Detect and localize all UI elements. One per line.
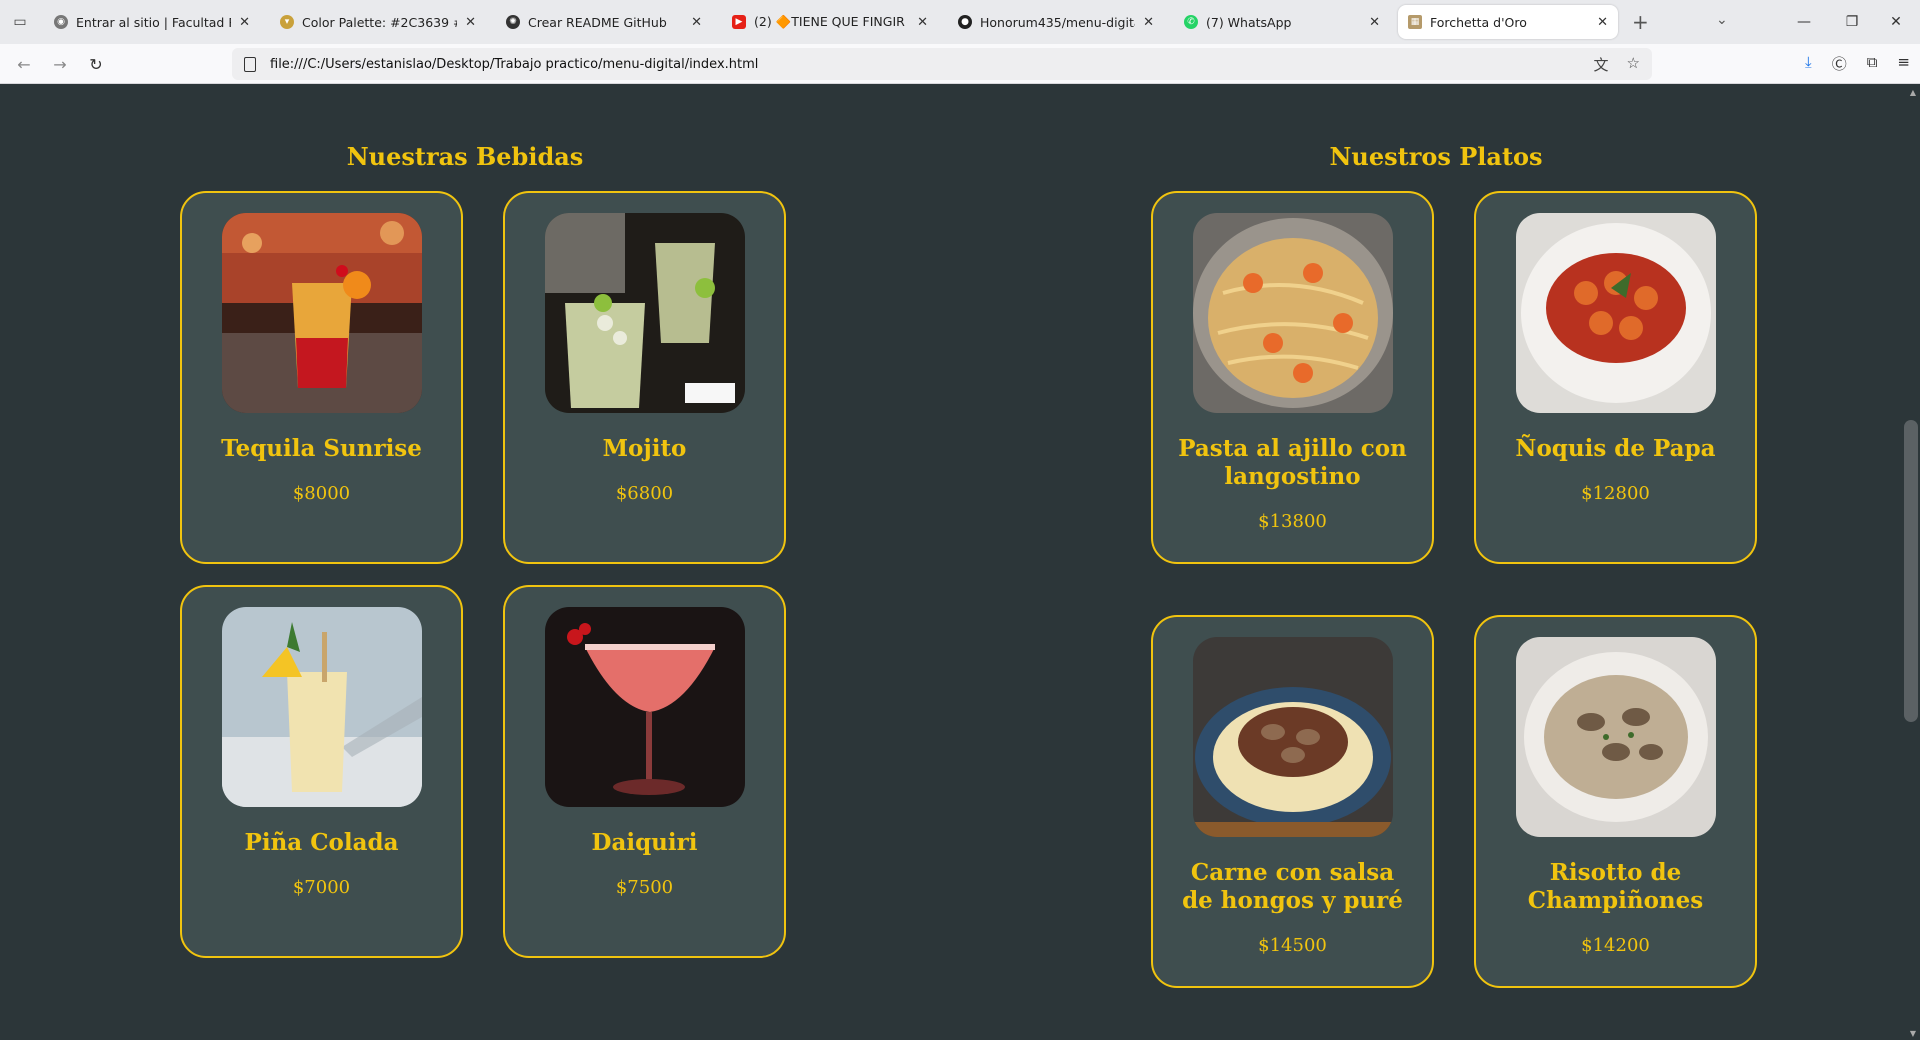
minimize-icon[interactable]: —	[1780, 0, 1828, 44]
scrollbar-thumb[interactable]	[1904, 420, 1918, 722]
new-tab-icon[interactable]: +	[1632, 10, 1649, 34]
drinks-section-title: Nuestras Bebidas	[346, 142, 584, 171]
url-input[interactable]	[270, 56, 1530, 72]
github-favicon-icon: ●	[958, 15, 972, 29]
menu-card-pasta-langostino: Pasta al ajillo con langostino $13800	[1151, 191, 1434, 564]
menu-item-name: Piña Colada	[244, 829, 399, 856]
close-tab-icon[interactable]: ✕	[1597, 15, 1608, 30]
tab-list-icon[interactable]: ▭	[0, 0, 40, 44]
risotto-champinones-photo	[1515, 637, 1716, 837]
tab-readme[interactable]: ✺ Crear README GitHub ✕	[496, 5, 712, 39]
address-bar[interactable]: 文 ☆	[232, 48, 1652, 80]
menu-item-name: Risotto de Champiñones	[1527, 859, 1704, 914]
close-tab-icon[interactable]: ✕	[465, 15, 476, 30]
site-favicon-icon: ◉	[54, 15, 68, 29]
tab-bar: ▭ ◉ Entrar al sitio | Facultad Regional …	[0, 0, 1920, 44]
menu-item-price: $14500	[1258, 935, 1327, 956]
mojito-photo	[544, 213, 745, 413]
noquis-papa-photo	[1515, 213, 1716, 413]
daiquiri-photo	[544, 607, 745, 807]
menu-card-mojito: Mojito $6800	[503, 191, 786, 564]
close-tab-icon[interactable]: ✕	[691, 15, 702, 30]
dishes-section-title: Nuestros Platos	[1329, 142, 1543, 171]
pina-colada-photo	[221, 607, 422, 807]
menu-icon[interactable]: ≡	[1897, 53, 1910, 74]
page-viewport: Nuestras Bebidas Tequila Sunrise $8000 M…	[0, 85, 1902, 1040]
menu-item-name: Carne con salsa de hongos y puré	[1182, 859, 1403, 914]
menu-item-price: $8000	[292, 483, 351, 504]
back-icon[interactable]: ←	[12, 52, 36, 76]
extensions-icon[interactable]: ⧉	[1867, 53, 1878, 74]
forward-icon[interactable]: →	[48, 52, 72, 76]
tab-github[interactable]: ● Honorum435/menu-digital ✕	[948, 5, 1164, 39]
download-icon[interactable]: ⤓	[1805, 53, 1812, 74]
tab-youtube[interactable]: ▶ (2) 🔶TIENE QUE FINGIR SER M ✕	[722, 5, 938, 39]
menu-item-price: $13800	[1258, 511, 1327, 532]
close-tab-icon[interactable]: ✕	[1143, 15, 1154, 30]
page-icon	[244, 56, 256, 72]
account-icon[interactable]: Ⓒ	[1832, 53, 1847, 74]
menu-item-price: $6800	[615, 483, 674, 504]
page-favicon-icon: ▦	[1408, 15, 1422, 29]
close-tab-icon[interactable]: ✕	[917, 15, 928, 30]
translate-icon[interactable]: 文	[1594, 54, 1609, 75]
youtube-favicon-icon: ▶	[732, 15, 746, 29]
menu-card-pina-colada: Piña Colada $7000	[180, 585, 463, 958]
chevron-down-icon[interactable]: ⌄	[1716, 12, 1728, 28]
menu-item-price: $14200	[1581, 935, 1650, 956]
scroll-down-icon[interactable]: ▼	[1910, 1029, 1916, 1038]
tab-color-palette[interactable]: ▾ Color Palette: #2C3639 #3F4E4F ✕	[270, 5, 486, 39]
menu-item-name: Tequila Sunrise	[221, 435, 422, 462]
menu-item-price: $12800	[1581, 483, 1650, 504]
menu-item-name: Mojito	[602, 435, 687, 462]
menu-card-tequila-sunrise: Tequila Sunrise $8000	[180, 191, 463, 564]
menu-card-daiquiri: Daiquiri $7500	[503, 585, 786, 958]
scroll-up-icon[interactable]: ▲	[1910, 88, 1916, 97]
pasta-langostino-photo	[1192, 213, 1393, 413]
carne-hongos-photo	[1192, 637, 1393, 837]
menu-card-carne-hongos: Carne con salsa de hongos y puré $14500	[1151, 615, 1434, 988]
menu-item-price: $7500	[615, 877, 674, 898]
restore-icon[interactable]: ❐	[1828, 0, 1876, 44]
tequila-sunrise-photo	[221, 213, 422, 413]
tab-forchetta[interactable]: ▦ Forchetta d'Oro ✕	[1398, 5, 1618, 39]
menu-card-risotto-champinones: Risotto de Champiñones $14200	[1474, 615, 1757, 988]
whatsapp-favicon-icon: ✆	[1184, 15, 1198, 29]
close-tab-icon[interactable]: ✕	[1369, 15, 1380, 30]
chatgpt-favicon-icon: ✺	[506, 15, 520, 29]
menu-item-name: Daiquiri	[591, 829, 698, 856]
menu-item-price: $7000	[292, 877, 351, 898]
tab-facultad[interactable]: ◉ Entrar al sitio | Facultad Regional ✕	[44, 5, 260, 39]
menu-item-name: Pasta al ajillo con langostino	[1178, 435, 1407, 490]
bookmark-star-icon[interactable]: ☆	[1627, 54, 1640, 75]
menu-card-noquis-papa: Ñoquis de Papa $12800	[1474, 191, 1757, 564]
close-window-icon[interactable]: ✕	[1872, 0, 1920, 44]
tab-whatsapp[interactable]: ✆ (7) WhatsApp ✕	[1174, 5, 1390, 39]
navigation-bar: ← → ↻ 文 ☆ ⤓ Ⓒ ⧉ ≡	[0, 44, 1920, 84]
reload-icon[interactable]: ↻	[84, 52, 108, 76]
close-tab-icon[interactable]: ✕	[239, 15, 250, 30]
coolors-favicon-icon: ▾	[280, 15, 294, 29]
menu-item-name: Ñoquis de Papa	[1515, 435, 1716, 462]
